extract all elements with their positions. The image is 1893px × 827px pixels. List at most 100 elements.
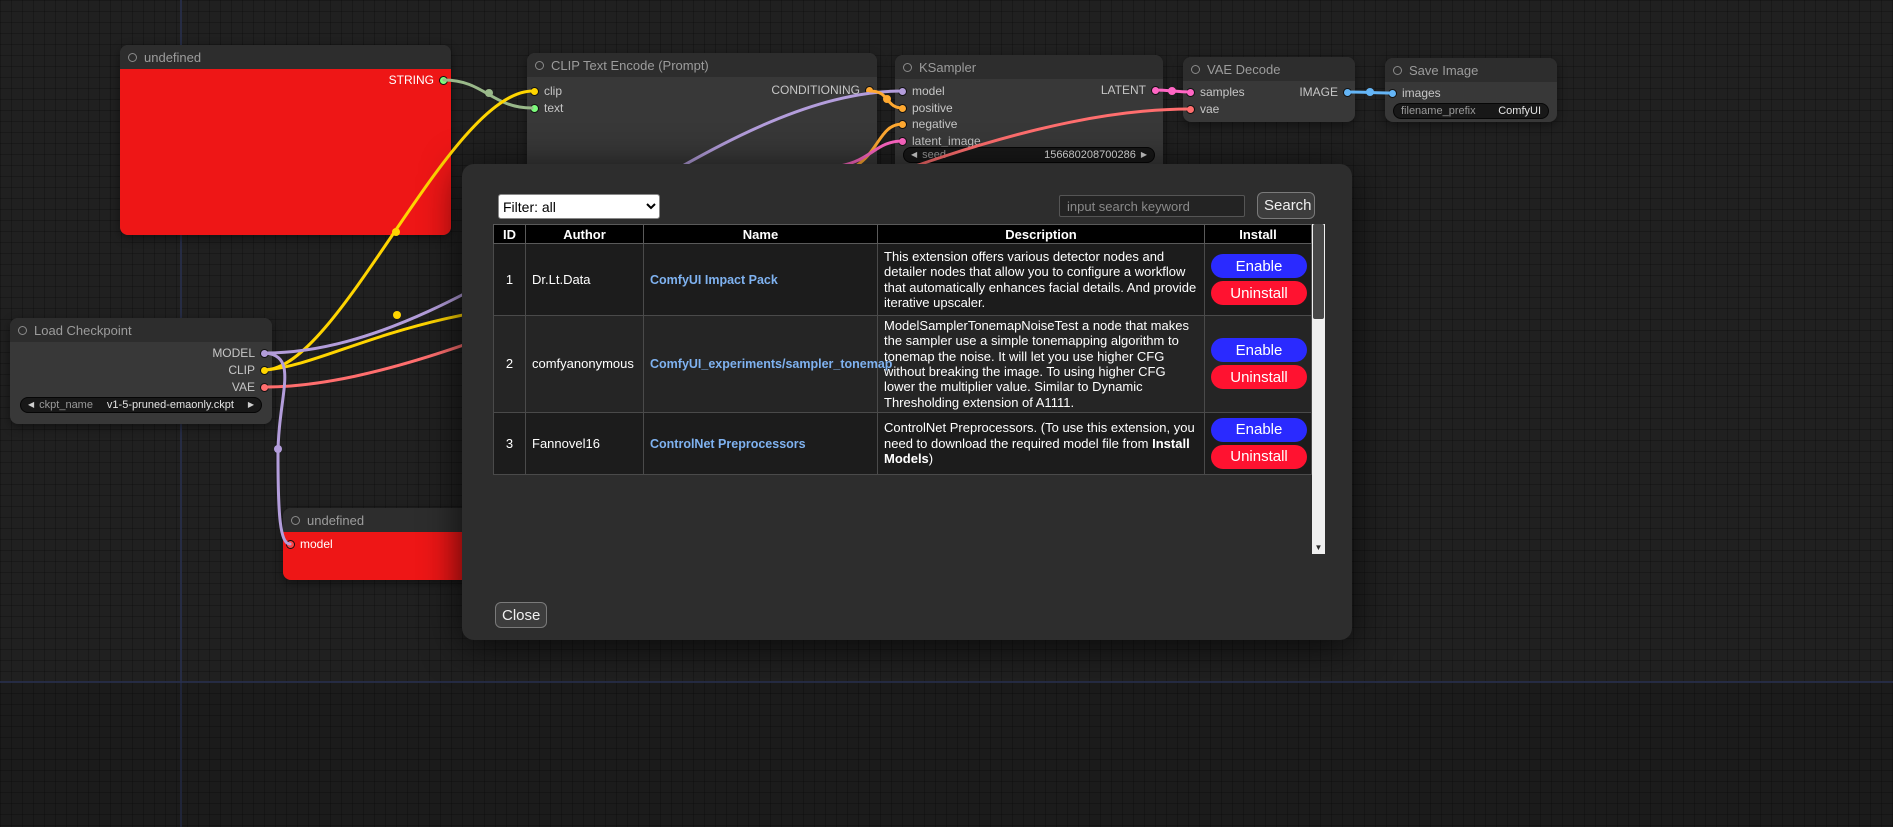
collapse-dot-icon[interactable] [1191, 65, 1200, 74]
extension-link[interactable]: ComfyUI Impact Pack [650, 273, 778, 287]
output-slot-clip[interactable]: CLIP [228, 362, 269, 378]
output-dot-clip-icon[interactable] [260, 366, 269, 375]
input-slot-model[interactable]: model [898, 83, 945, 99]
ckpt-name-widget[interactable]: ◀ ckpt_name v1-5-pruned-emaonly.ckpt ▶ [20, 397, 262, 413]
node-title-bar[interactable]: VAE Decode [1183, 57, 1355, 81]
node-load-checkpoint[interactable]: Load Checkpoint MODEL CLIP VAE ◀ ckpt_na… [10, 318, 272, 424]
collapse-dot-icon[interactable] [18, 326, 27, 335]
filter-select[interactable]: Filter: all [498, 194, 660, 219]
name-cell: ComfyUI_experiments/sampler_tonemap [644, 316, 878, 413]
node-title-bar[interactable]: Save Image [1385, 58, 1557, 82]
node-title: VAE Decode [1207, 62, 1280, 77]
input-dot-negative-icon[interactable] [898, 120, 907, 129]
description-text: ControlNet Preprocessors. (To use this e… [884, 420, 1195, 450]
decrement-arrow-icon[interactable]: ◀ [28, 397, 34, 413]
increment-arrow-icon[interactable]: ▶ [248, 397, 254, 413]
collapse-dot-icon[interactable] [291, 516, 300, 525]
node-title-bar[interactable]: Load Checkpoint [10, 318, 272, 342]
input-slot-label: samples [1200, 85, 1245, 99]
node-title-bar[interactable]: CLIP Text Encode (Prompt) [527, 53, 877, 77]
input-dot-model-icon[interactable] [286, 540, 295, 549]
input-dot-samples-icon[interactable] [1186, 88, 1195, 97]
node-title: Save Image [1409, 63, 1478, 78]
collapse-dot-icon[interactable] [1393, 66, 1402, 75]
input-slot-negative[interactable]: negative [898, 116, 957, 132]
node-canvas[interactable]: undefined STRING CLIP Text Encode (Promp… [0, 0, 1893, 827]
widget-name: filename_prefix [1401, 105, 1476, 117]
widget-value: v1-5-pruned-emaonly.ckpt [98, 399, 243, 411]
output-slot-latent[interactable]: LATENT [1101, 82, 1160, 98]
input-dot-model-icon[interactable] [898, 87, 907, 96]
search-button[interactable]: Search [1257, 192, 1315, 219]
input-dot-clip-icon[interactable] [530, 87, 539, 96]
scroll-down-icon[interactable]: ▼ [1312, 542, 1325, 554]
collapse-dot-icon[interactable] [535, 61, 544, 70]
output-dot-vae-icon[interactable] [260, 383, 269, 392]
input-slot-samples[interactable]: samples [1186, 84, 1245, 100]
description-cell: ControlNet Preprocessors. (To use this e… [878, 412, 1205, 474]
uninstall-button[interactable]: Uninstall [1211, 281, 1307, 305]
input-dot-images-icon[interactable] [1388, 89, 1397, 98]
decrement-arrow-icon[interactable]: ◀ [911, 147, 917, 163]
output-dot-image-icon[interactable] [1343, 88, 1352, 97]
search-input[interactable] [1059, 195, 1245, 217]
output-dot-model-icon[interactable] [260, 349, 269, 358]
node-error-body [120, 69, 451, 235]
input-slot-text[interactable]: text [530, 100, 563, 116]
wire-string-to-text [444, 80, 532, 108]
input-dot-text-icon[interactable] [530, 104, 539, 113]
input-slot-vae[interactable]: vae [1186, 101, 1219, 117]
uninstall-button[interactable]: Uninstall [1211, 445, 1307, 469]
enable-button[interactable]: Enable [1211, 338, 1307, 362]
output-dot-conditioning-icon[interactable] [865, 86, 874, 95]
close-button[interactable]: Close [495, 602, 547, 628]
collapse-dot-icon[interactable] [128, 53, 137, 62]
widget-value: 156680208700286 [1044, 149, 1136, 161]
collapse-dot-icon[interactable] [903, 63, 912, 72]
output-dot-latent-icon[interactable] [1151, 86, 1160, 95]
input-slot-clip[interactable]: clip [530, 83, 562, 99]
output-slot-vae[interactable]: VAE [232, 379, 269, 395]
input-slot-images[interactable]: images [1388, 85, 1441, 101]
node-save-image[interactable]: Save Image images filename_prefix ComfyU… [1385, 58, 1557, 122]
node-vae-decode[interactable]: VAE Decode samples vae IMAGE [1183, 57, 1355, 122]
output-slot-model[interactable]: MODEL [212, 345, 269, 361]
scrollbar-thumb[interactable] [1313, 224, 1324, 319]
enable-button[interactable]: Enable [1211, 418, 1307, 442]
enable-button[interactable]: Enable [1211, 254, 1307, 278]
output-slot-conditioning[interactable]: CONDITIONING [771, 82, 874, 98]
input-slot-label: text [544, 101, 563, 115]
header-id: ID [494, 225, 526, 244]
input-slot-model[interactable]: model [286, 536, 333, 552]
output-slot-label: LATENT [1101, 83, 1146, 97]
description-text: ) [929, 451, 933, 466]
node-title-bar[interactable]: undefined [120, 45, 451, 69]
header-author: Author [526, 225, 644, 244]
table-header-row: ID Author Name Description Install [494, 225, 1312, 244]
name-cell: ComfyUI Impact Pack [644, 244, 878, 316]
author-cell: Fannovel16 [526, 412, 644, 474]
input-dot-vae-icon[interactable] [1186, 105, 1195, 114]
extension-link[interactable]: ControlNet Preprocessors [650, 437, 806, 451]
install-cell: Enable Uninstall [1205, 316, 1312, 413]
description-cell: ModelSamplerTonemapNoiseTest a node that… [878, 316, 1205, 413]
node-title-bar[interactable]: KSampler [895, 55, 1163, 79]
input-slot-label: positive [912, 101, 953, 115]
input-dot-latent-image-icon[interactable] [898, 137, 907, 146]
wire-midpoint-dot [883, 95, 891, 103]
increment-arrow-icon[interactable]: ▶ [1141, 147, 1147, 163]
name-cell: ControlNet Preprocessors [644, 412, 878, 474]
output-slot-image[interactable]: IMAGE [1299, 84, 1352, 100]
table-scrollbar[interactable]: ▼ [1312, 224, 1325, 554]
extension-link[interactable]: ComfyUI_experiments/sampler_tonemap [650, 357, 892, 371]
output-dot-string-icon[interactable] [439, 76, 448, 85]
input-dot-positive-icon[interactable] [898, 104, 907, 113]
widget-name: ckpt_name [39, 399, 93, 411]
input-slot-positive[interactable]: positive [898, 100, 953, 116]
node-undefined-top[interactable]: undefined STRING [120, 45, 451, 235]
install-cell: Enable Uninstall [1205, 412, 1312, 474]
uninstall-button[interactable]: Uninstall [1211, 365, 1307, 389]
filename-prefix-widget[interactable]: filename_prefix ComfyUI [1393, 103, 1549, 119]
seed-widget[interactable]: ◀ seed 156680208700286 ▶ [903, 147, 1155, 163]
output-slot-string[interactable]: STRING [389, 72, 448, 88]
